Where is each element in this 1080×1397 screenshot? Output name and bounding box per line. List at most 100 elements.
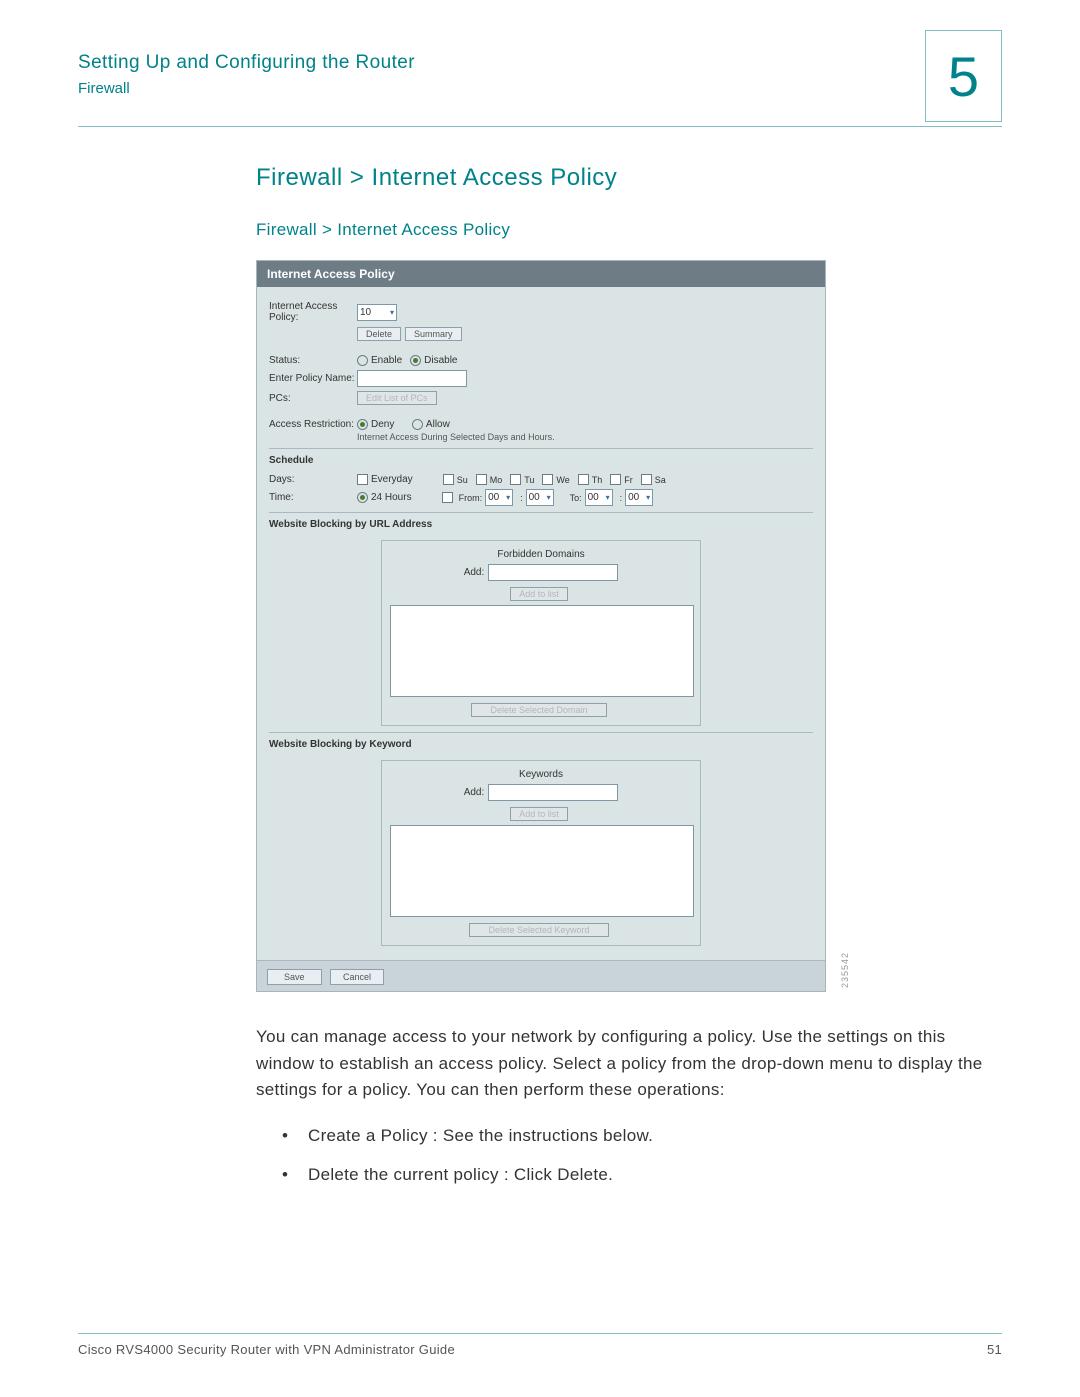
status-label: Status: bbox=[269, 355, 357, 366]
deny-option[interactable]: Deny bbox=[357, 419, 394, 430]
figure-id-watermark: 235542 bbox=[840, 952, 850, 988]
policy-select-row: Internet Access Policy: 10 ▾ bbox=[269, 301, 813, 323]
page-footer: Cisco RVS4000 Security Router with VPN A… bbox=[78, 1333, 1002, 1357]
checkbox-icon bbox=[610, 474, 621, 485]
policy-select[interactable]: 10 ▾ bbox=[357, 304, 397, 321]
policy-name-input[interactable] bbox=[357, 370, 467, 387]
chevron-down-icon: ▾ bbox=[547, 493, 551, 502]
list-item: Delete the current policy : Click Delete… bbox=[282, 1160, 1002, 1191]
header-subtitle: Firewall bbox=[78, 80, 1002, 97]
keywords-listbox[interactable] bbox=[390, 825, 694, 917]
day-fr[interactable]: Fr bbox=[610, 474, 633, 485]
policy-name-label: Enter Policy Name: bbox=[269, 373, 357, 384]
list-item: Create a Policy : See the instructions b… bbox=[282, 1121, 1002, 1152]
keyword-blocking-panel: Keywords Add: Add to list Delete Selecte… bbox=[381, 760, 701, 946]
forbidden-domains-label: Forbidden Domains bbox=[390, 549, 692, 560]
time-label: Time: bbox=[269, 492, 357, 503]
checkbox-icon bbox=[542, 474, 553, 485]
document-page: Setting Up and Configuring the Router Fi… bbox=[0, 0, 1080, 1397]
access-restriction-controls: Deny Allow Internet Access During Select… bbox=[357, 419, 555, 442]
chevron-down-icon: ▾ bbox=[390, 308, 394, 317]
chapter-number-box: 5 bbox=[925, 30, 1002, 122]
delete-button[interactable]: Delete bbox=[357, 327, 401, 341]
checkbox-icon bbox=[510, 474, 521, 485]
summary-button[interactable]: Summary bbox=[405, 327, 462, 341]
access-note: Internet Access During Selected Days and… bbox=[357, 432, 555, 442]
radio-icon bbox=[410, 355, 421, 366]
url-blocking-header: Website Blocking by URL Address bbox=[269, 512, 813, 534]
delete-keyword-button[interactable]: Delete Selected Keyword bbox=[469, 923, 608, 937]
radio-icon bbox=[357, 419, 368, 430]
add-keyword-button[interactable]: Add to list bbox=[510, 807, 568, 821]
add-keyword-input[interactable] bbox=[488, 784, 618, 801]
add-label: Add: bbox=[464, 787, 485, 798]
schedule-header: Schedule bbox=[269, 448, 813, 470]
keywords-label: Keywords bbox=[390, 769, 692, 780]
radio-icon bbox=[357, 355, 368, 366]
day-th[interactable]: Th bbox=[578, 474, 603, 485]
policy-select-label: Internet Access Policy: bbox=[269, 301, 357, 323]
status-enable-option[interactable]: Enable bbox=[357, 355, 402, 366]
radio-icon bbox=[412, 419, 423, 430]
save-button[interactable]: Save bbox=[267, 969, 322, 985]
pcs-row: PCs: Edit List of PCs bbox=[269, 391, 813, 405]
access-restriction-label: Access Restriction: bbox=[269, 419, 357, 430]
days-label: Days: bbox=[269, 474, 357, 485]
add-keyword-row: Add: bbox=[390, 784, 692, 801]
day-su[interactable]: Su bbox=[443, 474, 468, 485]
from-min-select[interactable]: 00▾ bbox=[526, 489, 554, 506]
day-we[interactable]: We bbox=[542, 474, 569, 485]
add-domain-input[interactable] bbox=[488, 564, 618, 581]
cancel-button[interactable]: Cancel bbox=[330, 969, 384, 985]
to-min-select[interactable]: 00▾ bbox=[625, 489, 653, 506]
figure-caption: Firewall > Internet Access Policy bbox=[256, 220, 1002, 240]
section-heading: Firewall > Internet Access Policy bbox=[256, 164, 1002, 192]
header-title: Setting Up and Configuring the Router bbox=[78, 52, 1002, 74]
chevron-down-icon: ▾ bbox=[646, 493, 650, 502]
chevron-down-icon: ▾ bbox=[606, 493, 610, 502]
time-row: Time: 24 Hours From: 00▾ : 00▾ To: 00▾ bbox=[269, 489, 813, 506]
intro-paragraph: You can manage access to your network by… bbox=[256, 1024, 1002, 1103]
days-checkboxes: Su Mo Tu We Th Fr Sa bbox=[443, 474, 666, 485]
time-range-option[interactable]: From: 00▾ : 00▾ To: 00▾ : 00▾ bbox=[442, 489, 658, 506]
chevron-down-icon: ▾ bbox=[506, 493, 510, 502]
chapter-number: 5 bbox=[948, 44, 979, 109]
checkbox-icon bbox=[357, 474, 368, 485]
checkbox-icon bbox=[443, 474, 454, 485]
panel-footer: Save Cancel bbox=[257, 960, 825, 991]
day-tu[interactable]: Tu bbox=[510, 474, 534, 485]
day-mo[interactable]: Mo bbox=[476, 474, 503, 485]
header-rule bbox=[78, 126, 1002, 127]
to-hour-select[interactable]: 00▾ bbox=[585, 489, 613, 506]
add-domain-button[interactable]: Add to list bbox=[510, 587, 568, 601]
policy-name-row: Enter Policy Name: bbox=[269, 370, 813, 387]
main-content: Firewall > Internet Access Policy Firewa… bbox=[256, 164, 1002, 1199]
everyday-option[interactable]: Everyday bbox=[357, 474, 413, 485]
router-admin-panel: Internet Access Policy Internet Access P… bbox=[256, 260, 826, 992]
keyword-blocking-header: Website Blocking by Keyword bbox=[269, 732, 813, 754]
policy-buttons-row: Delete Summary bbox=[357, 327, 813, 341]
running-header: Setting Up and Configuring the Router Fi… bbox=[78, 52, 1002, 97]
url-blocking-panel: Forbidden Domains Add: Add to list Delet… bbox=[381, 540, 701, 726]
policy-select-value: 10 bbox=[360, 307, 371, 318]
radio-icon bbox=[357, 492, 368, 503]
footer-doc-title: Cisco RVS4000 Security Router with VPN A… bbox=[78, 1342, 455, 1357]
all-hours-option[interactable]: 24 Hours bbox=[357, 492, 412, 503]
operations-list: Create a Policy : See the instructions b… bbox=[282, 1121, 1002, 1190]
pcs-label: PCs: bbox=[269, 393, 357, 404]
edit-pcs-button[interactable]: Edit List of PCs bbox=[357, 391, 437, 405]
forbidden-domains-listbox[interactable] bbox=[390, 605, 694, 697]
from-hour-select[interactable]: 00▾ bbox=[485, 489, 513, 506]
add-label: Add: bbox=[464, 567, 485, 578]
status-row: Status: Enable Disable bbox=[269, 355, 813, 366]
delete-domain-button[interactable]: Delete Selected Domain bbox=[471, 703, 606, 717]
days-row: Days: Everyday Su Mo Tu We Th Fr Sa bbox=[269, 474, 813, 485]
checkbox-icon bbox=[578, 474, 589, 485]
add-domain-row: Add: bbox=[390, 564, 692, 581]
day-sa[interactable]: Sa bbox=[641, 474, 666, 485]
footer-page-number: 51 bbox=[987, 1342, 1002, 1357]
allow-option[interactable]: Allow bbox=[412, 419, 450, 430]
status-disable-option[interactable]: Disable bbox=[410, 355, 457, 366]
checkbox-icon bbox=[442, 492, 453, 503]
panel-body: Internet Access Policy: 10 ▾ Delete Summ… bbox=[257, 287, 825, 960]
